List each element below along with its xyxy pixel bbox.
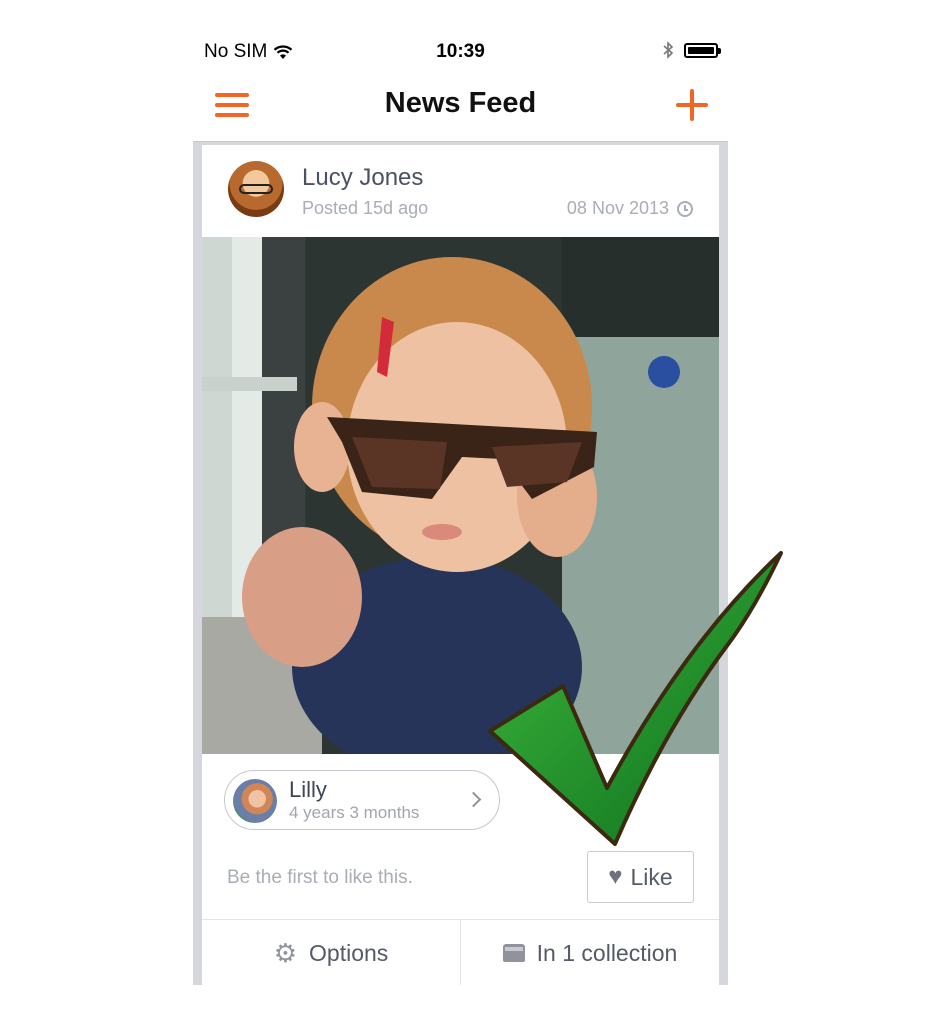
clock-icon <box>677 200 693 217</box>
options-button[interactable]: ⚙ Options <box>202 920 460 985</box>
status-time: 10:39 <box>436 41 485 62</box>
child-name: Lilly <box>289 777 327 802</box>
page-title: News Feed <box>384 87 537 119</box>
nav-bar: News Feed <box>193 77 728 142</box>
post-date-label: 08 Nov 2013 <box>566 198 669 218</box>
checkmark-icon <box>488 551 783 846</box>
author-name[interactable]: Lucy Jones <box>302 164 423 192</box>
child-chip[interactable]: Lilly 4 years 3 months <box>224 770 500 830</box>
status-right <box>662 41 721 59</box>
chevron-right-icon <box>465 791 482 808</box>
like-button[interactable]: ♥ Like <box>587 851 694 903</box>
gear-icon: ⚙ <box>273 938 298 968</box>
like-label: Like <box>630 863 673 890</box>
status-bar: No SIM 10:39 <box>193 25 728 77</box>
collection-label: In 1 collection <box>536 939 678 966</box>
author-avatar[interactable] <box>228 161 284 217</box>
heart-icon: ♥ <box>608 863 623 890</box>
posted-ago: Posted 15d ago <box>302 198 429 218</box>
options-label: Options <box>309 939 389 966</box>
battery-icon <box>684 42 721 58</box>
plus-icon[interactable] <box>676 89 708 121</box>
tray-icon <box>502 944 525 962</box>
post-date: 08 Nov 2013 <box>567 198 693 219</box>
post-actions: ⚙ Options In 1 collection <box>202 919 719 985</box>
like-prompt: Be the first to like this. <box>227 867 413 888</box>
collection-button[interactable]: In 1 collection <box>460 920 719 985</box>
post-header: Lucy Jones Posted 15d ago 08 Nov 2013 <box>202 145 719 237</box>
bluetooth-icon <box>663 41 674 59</box>
child-avatar <box>233 779 277 823</box>
child-age: 4 years 3 months <box>289 803 420 822</box>
